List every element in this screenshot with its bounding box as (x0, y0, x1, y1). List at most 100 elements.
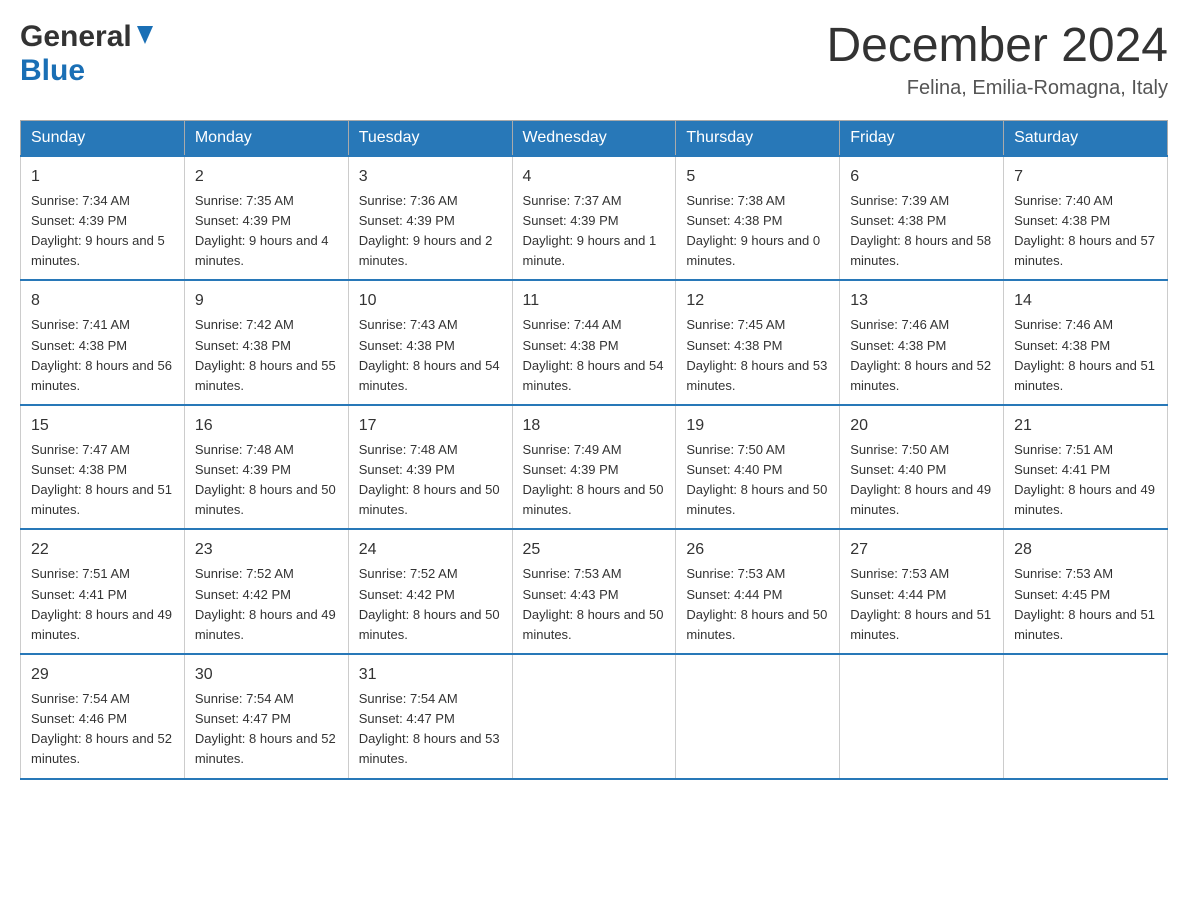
calendar-cell: 19 Sunrise: 7:50 AM Sunset: 4:40 PM Dayl… (676, 405, 840, 530)
calendar-cell: 13 Sunrise: 7:46 AM Sunset: 4:38 PM Dayl… (840, 280, 1004, 405)
day-info: Sunrise: 7:52 AM Sunset: 4:42 PM Dayligh… (359, 564, 502, 645)
day-number: 24 (359, 538, 502, 562)
calendar-cell: 10 Sunrise: 7:43 AM Sunset: 4:38 PM Dayl… (348, 280, 512, 405)
logo-general-text: General (20, 20, 132, 54)
daylight-label: Daylight: 9 hours and 5 minutes. (31, 233, 165, 268)
sunset-label: Sunset: 4:47 PM (195, 711, 291, 726)
sunrise-label: Sunrise: 7:43 AM (359, 317, 458, 332)
day-info: Sunrise: 7:53 AM Sunset: 4:44 PM Dayligh… (850, 564, 993, 645)
day-info: Sunrise: 7:44 AM Sunset: 4:38 PM Dayligh… (523, 315, 666, 396)
day-number: 2 (195, 165, 338, 189)
day-info: Sunrise: 7:39 AM Sunset: 4:38 PM Dayligh… (850, 191, 993, 272)
sunrise-label: Sunrise: 7:44 AM (523, 317, 622, 332)
calendar-cell: 14 Sunrise: 7:46 AM Sunset: 4:38 PM Dayl… (1004, 280, 1168, 405)
sunrise-label: Sunrise: 7:42 AM (195, 317, 294, 332)
sunset-label: Sunset: 4:38 PM (686, 213, 782, 228)
logo-blue-text: Blue (20, 54, 85, 87)
sunrise-label: Sunrise: 7:54 AM (359, 691, 458, 706)
day-number: 31 (359, 663, 502, 687)
sunrise-label: Sunrise: 7:50 AM (686, 442, 785, 457)
daylight-label: Daylight: 8 hours and 51 minutes. (850, 607, 991, 642)
logo: General Blue (20, 20, 155, 88)
calendar-cell: 9 Sunrise: 7:42 AM Sunset: 4:38 PM Dayli… (184, 280, 348, 405)
sunset-label: Sunset: 4:39 PM (195, 213, 291, 228)
sunrise-label: Sunrise: 7:52 AM (195, 566, 294, 581)
daylight-label: Daylight: 8 hours and 52 minutes. (850, 358, 991, 393)
sunset-label: Sunset: 4:38 PM (1014, 213, 1110, 228)
sunset-label: Sunset: 4:38 PM (1014, 338, 1110, 353)
calendar-table: SundayMondayTuesdayWednesdayThursdayFrid… (20, 120, 1168, 780)
day-info: Sunrise: 7:34 AM Sunset: 4:39 PM Dayligh… (31, 191, 174, 272)
sunset-label: Sunset: 4:38 PM (359, 338, 455, 353)
day-info: Sunrise: 7:49 AM Sunset: 4:39 PM Dayligh… (523, 440, 666, 521)
daylight-label: Daylight: 8 hours and 52 minutes. (31, 731, 172, 766)
logo-triangle-icon (135, 24, 155, 46)
sunset-label: Sunset: 4:39 PM (359, 462, 455, 477)
daylight-label: Daylight: 8 hours and 51 minutes. (1014, 358, 1155, 393)
day-number: 28 (1014, 538, 1157, 562)
day-number: 18 (523, 414, 666, 438)
calendar-week-row: 29 Sunrise: 7:54 AM Sunset: 4:46 PM Dayl… (21, 654, 1168, 779)
calendar-week-row: 15 Sunrise: 7:47 AM Sunset: 4:38 PM Dayl… (21, 405, 1168, 530)
sunset-label: Sunset: 4:39 PM (523, 213, 619, 228)
sunset-label: Sunset: 4:46 PM (31, 711, 127, 726)
title-block: December 2024 Felina, Emilia-Romagna, It… (826, 20, 1168, 100)
day-info: Sunrise: 7:54 AM Sunset: 4:47 PM Dayligh… (195, 689, 338, 770)
calendar-cell: 27 Sunrise: 7:53 AM Sunset: 4:44 PM Dayl… (840, 529, 1004, 654)
calendar-cell: 11 Sunrise: 7:44 AM Sunset: 4:38 PM Dayl… (512, 280, 676, 405)
sunrise-label: Sunrise: 7:54 AM (31, 691, 130, 706)
calendar-cell: 15 Sunrise: 7:47 AM Sunset: 4:38 PM Dayl… (21, 405, 185, 530)
daylight-label: Daylight: 8 hours and 50 minutes. (359, 607, 500, 642)
calendar-cell: 18 Sunrise: 7:49 AM Sunset: 4:39 PM Dayl… (512, 405, 676, 530)
day-number: 4 (523, 165, 666, 189)
day-number: 17 (359, 414, 502, 438)
sunset-label: Sunset: 4:44 PM (850, 587, 946, 602)
calendar-cell: 5 Sunrise: 7:38 AM Sunset: 4:38 PM Dayli… (676, 156, 840, 281)
sunset-label: Sunset: 4:40 PM (686, 462, 782, 477)
col-header-saturday: Saturday (1004, 120, 1168, 156)
day-info: Sunrise: 7:36 AM Sunset: 4:39 PM Dayligh… (359, 191, 502, 272)
sunrise-label: Sunrise: 7:34 AM (31, 193, 130, 208)
sunset-label: Sunset: 4:47 PM (359, 711, 455, 726)
sunset-label: Sunset: 4:38 PM (850, 213, 946, 228)
sunset-label: Sunset: 4:38 PM (31, 462, 127, 477)
sunrise-label: Sunrise: 7:38 AM (686, 193, 785, 208)
daylight-label: Daylight: 8 hours and 50 minutes. (523, 482, 664, 517)
sunrise-label: Sunrise: 7:40 AM (1014, 193, 1113, 208)
calendar-cell: 22 Sunrise: 7:51 AM Sunset: 4:41 PM Dayl… (21, 529, 185, 654)
daylight-label: Daylight: 8 hours and 54 minutes. (359, 358, 500, 393)
sunrise-label: Sunrise: 7:48 AM (195, 442, 294, 457)
daylight-label: Daylight: 8 hours and 58 minutes. (850, 233, 991, 268)
day-number: 12 (686, 289, 829, 313)
daylight-label: Daylight: 8 hours and 49 minutes. (1014, 482, 1155, 517)
day-number: 15 (31, 414, 174, 438)
daylight-label: Daylight: 8 hours and 57 minutes. (1014, 233, 1155, 268)
sunrise-label: Sunrise: 7:49 AM (523, 442, 622, 457)
day-info: Sunrise: 7:48 AM Sunset: 4:39 PM Dayligh… (195, 440, 338, 521)
sunrise-label: Sunrise: 7:48 AM (359, 442, 458, 457)
day-number: 7 (1014, 165, 1157, 189)
day-info: Sunrise: 7:47 AM Sunset: 4:38 PM Dayligh… (31, 440, 174, 521)
calendar-cell: 6 Sunrise: 7:39 AM Sunset: 4:38 PM Dayli… (840, 156, 1004, 281)
sunrise-label: Sunrise: 7:51 AM (1014, 442, 1113, 457)
sunrise-label: Sunrise: 7:54 AM (195, 691, 294, 706)
day-info: Sunrise: 7:37 AM Sunset: 4:39 PM Dayligh… (523, 191, 666, 272)
sunset-label: Sunset: 4:42 PM (359, 587, 455, 602)
col-header-monday: Monday (184, 120, 348, 156)
daylight-label: Daylight: 8 hours and 51 minutes. (31, 482, 172, 517)
daylight-label: Daylight: 8 hours and 53 minutes. (359, 731, 500, 766)
day-info: Sunrise: 7:54 AM Sunset: 4:47 PM Dayligh… (359, 689, 502, 770)
day-number: 19 (686, 414, 829, 438)
calendar-cell: 24 Sunrise: 7:52 AM Sunset: 4:42 PM Dayl… (348, 529, 512, 654)
calendar-cell: 23 Sunrise: 7:52 AM Sunset: 4:42 PM Dayl… (184, 529, 348, 654)
sunset-label: Sunset: 4:39 PM (359, 213, 455, 228)
daylight-label: Daylight: 8 hours and 56 minutes. (31, 358, 172, 393)
day-number: 23 (195, 538, 338, 562)
day-number: 27 (850, 538, 993, 562)
day-number: 13 (850, 289, 993, 313)
sunset-label: Sunset: 4:38 PM (850, 338, 946, 353)
day-info: Sunrise: 7:50 AM Sunset: 4:40 PM Dayligh… (850, 440, 993, 521)
calendar-cell: 25 Sunrise: 7:53 AM Sunset: 4:43 PM Dayl… (512, 529, 676, 654)
sunset-label: Sunset: 4:39 PM (523, 462, 619, 477)
day-number: 10 (359, 289, 502, 313)
